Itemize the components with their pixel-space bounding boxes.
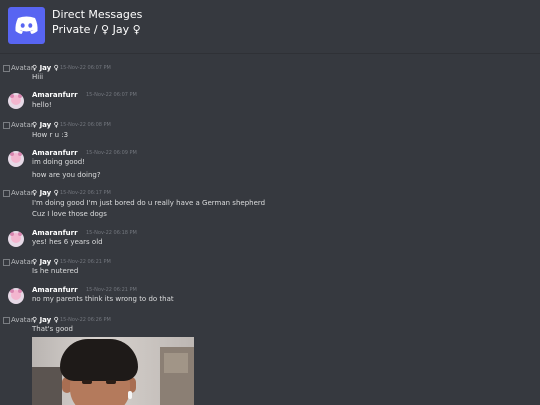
message-author[interactable]: ♀ Jay ♀ (32, 258, 59, 266)
message-text: How r u :3 (32, 131, 69, 139)
avatar[interactable] (8, 231, 24, 247)
discord-logo-icon (8, 7, 45, 44)
message-timestamp: 15-Nov-22 06:07 PM (86, 92, 137, 98)
message-timestamp: 15-Nov-22 06:21 PM (86, 287, 137, 293)
message-author[interactable]: ♀ Jay ♀ (32, 64, 59, 72)
message-timestamp: 15-Nov-22 06:18 PM (86, 230, 137, 236)
message-timestamp: 15-Nov-22 06:07 PM (60, 65, 111, 71)
broken-image-icon (3, 316, 10, 324)
broken-avatar[interactable]: Avatar (3, 121, 34, 129)
page-title: Direct Messages (52, 8, 143, 21)
message-author[interactable]: Amaranfurr (32, 149, 78, 157)
message-text: I'm doing good I'm just bored do u reall… (32, 199, 266, 207)
message-text: hello! (32, 101, 52, 109)
message-timestamp: 15-Nov-22 06:09 PM (86, 150, 137, 156)
broken-image-icon (3, 64, 10, 72)
message-text: no my parents think its wrong to do that (32, 295, 174, 303)
message-author[interactable]: Amaranfurr (32, 91, 78, 99)
avatar[interactable] (8, 288, 24, 304)
message-text: yes! hes 6 years old (32, 238, 103, 246)
message-timestamp: 15-Nov-22 06:17 PM (60, 190, 111, 196)
message-author[interactable]: Amaranfurr (32, 229, 78, 237)
message-text: im doing good! (32, 158, 86, 166)
message-text: That's good (32, 325, 73, 333)
message-timestamp: 15-Nov-22 06:08 PM (60, 122, 111, 128)
message-timestamp: 15-Nov-22 06:26 PM (60, 317, 111, 323)
image-attachment[interactable] (32, 337, 194, 405)
message-author[interactable]: Amaranfurr (32, 286, 78, 294)
message-text: Is he nutered (32, 267, 79, 275)
message-text: Cuz I love those dogs (32, 210, 107, 218)
broken-avatar[interactable]: Avatar (3, 189, 34, 197)
channel-breadcrumb: Private / ♀ Jay ♀ (52, 23, 141, 36)
broken-avatar[interactable]: Avatar (3, 64, 34, 72)
broken-avatar[interactable]: Avatar (3, 316, 34, 324)
channel-header: Direct Messages Private / ♀ Jay ♀ (0, 0, 540, 54)
broken-image-icon (3, 258, 10, 266)
message-author[interactable]: ♀ Jay ♀ (32, 121, 59, 129)
message-text: Hiii (32, 73, 44, 81)
message-timestamp: 15-Nov-22 06:21 PM (60, 259, 111, 265)
message-author[interactable]: ♀ Jay ♀ (32, 316, 59, 324)
broken-avatar[interactable]: Avatar (3, 258, 34, 266)
avatar[interactable] (8, 151, 24, 167)
message-text: how are you doing? (32, 171, 101, 179)
broken-image-icon (3, 189, 10, 197)
avatar[interactable] (8, 93, 24, 109)
broken-image-icon (3, 121, 10, 129)
message-author[interactable]: ♀ Jay ♀ (32, 189, 59, 197)
